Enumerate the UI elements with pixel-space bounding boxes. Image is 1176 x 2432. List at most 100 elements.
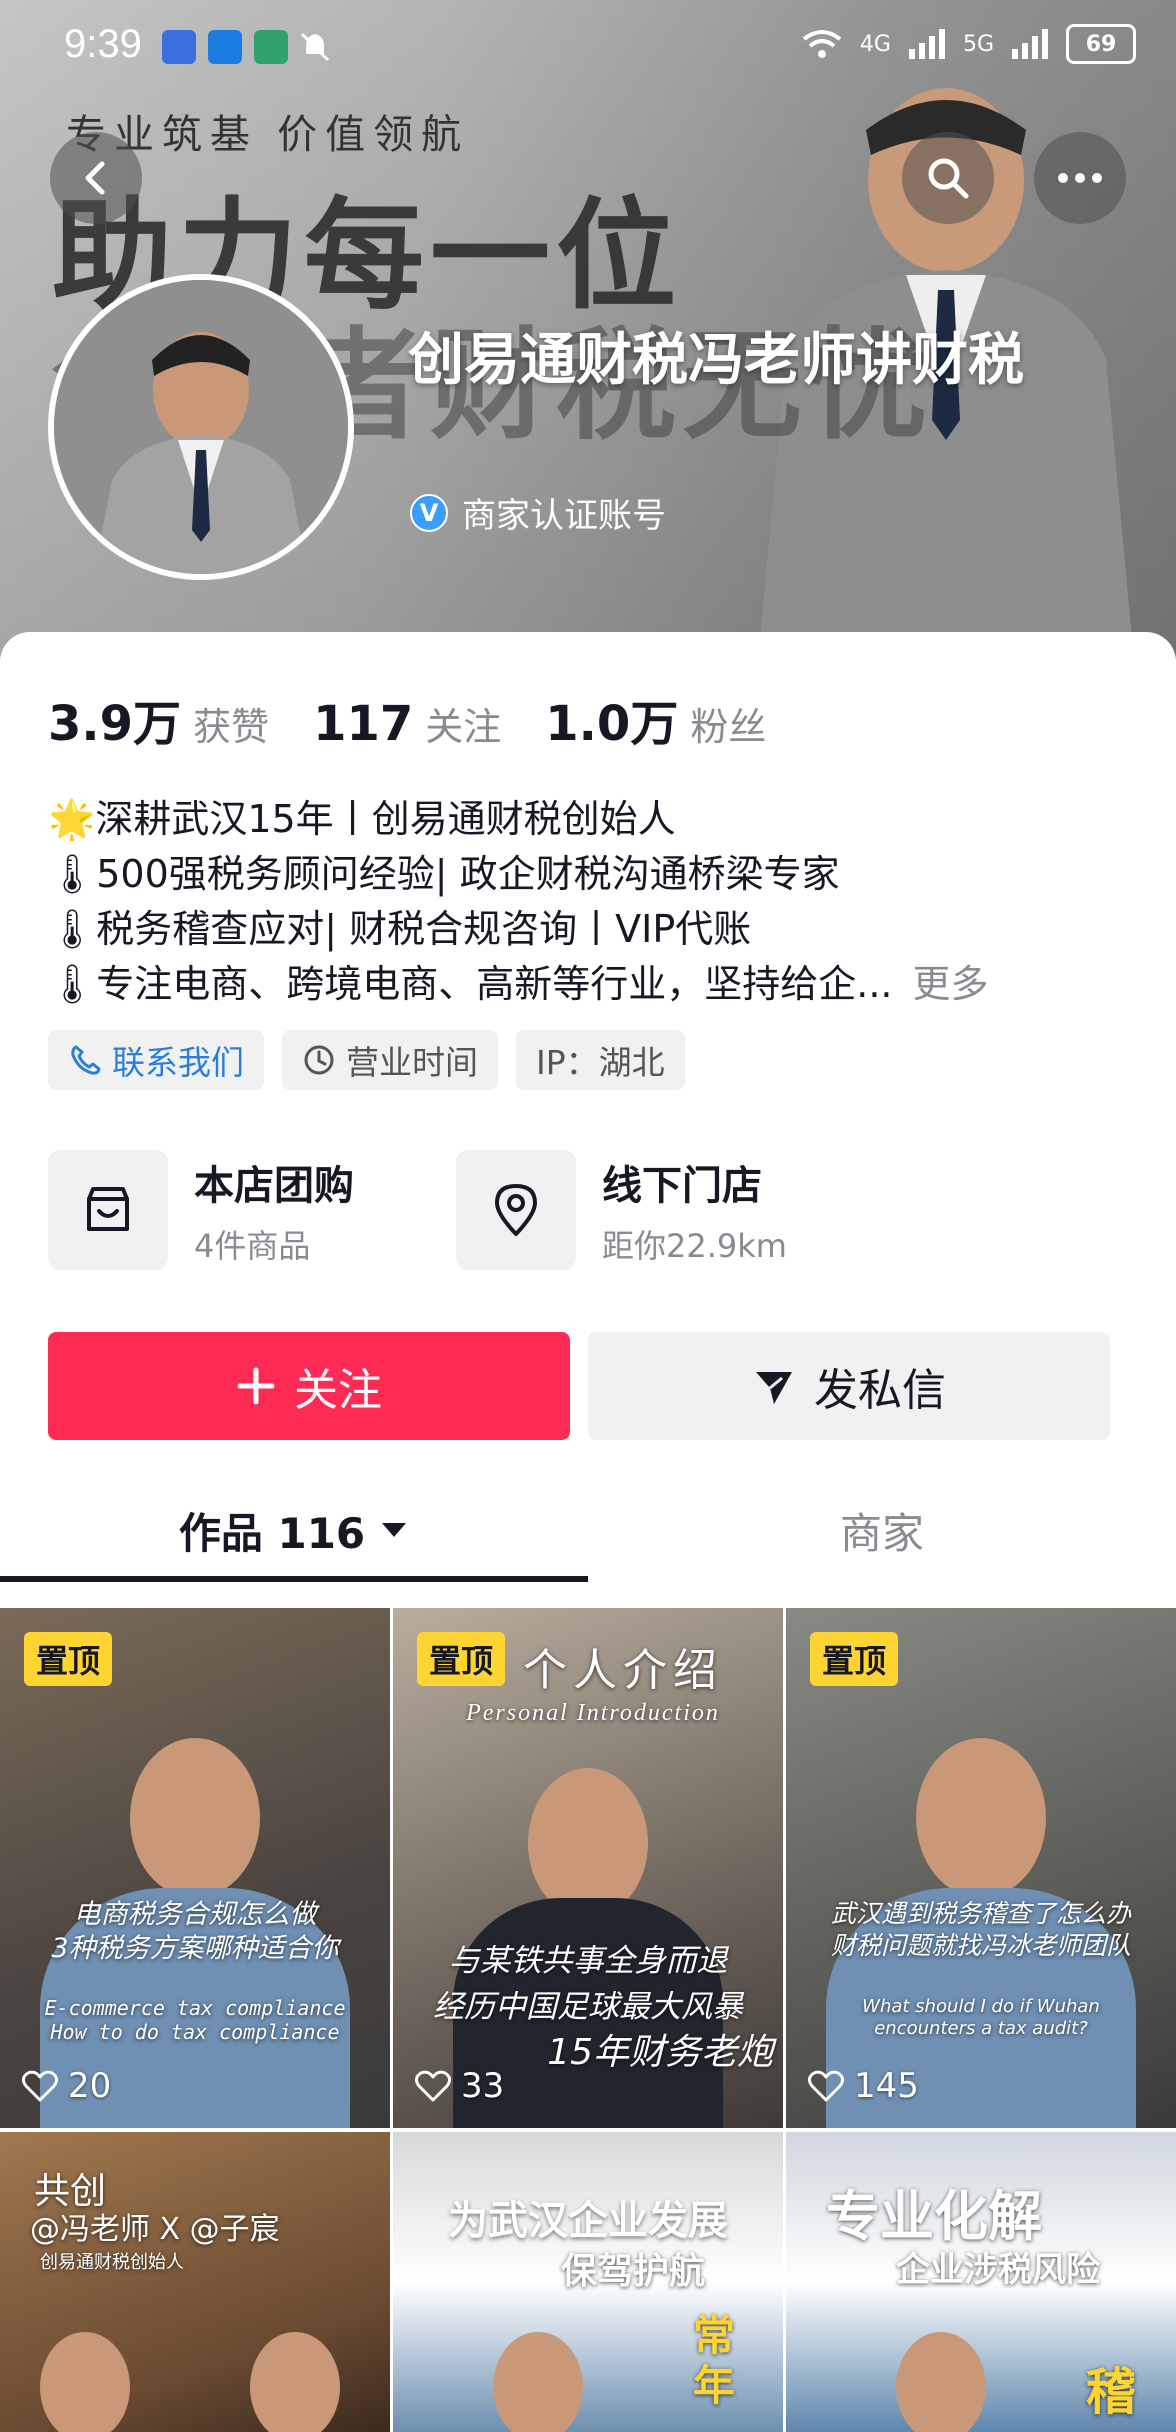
chevron-left-icon xyxy=(85,161,105,195)
caption-line: 与某铁共事全身而退 xyxy=(448,1943,728,1979)
video-title: 个人介绍 xyxy=(523,1645,723,1696)
caption-line: 3种税务方案哪种适合你 xyxy=(51,1933,339,1964)
card-title: 线下门店 xyxy=(602,1163,762,1209)
profile-tags: 联系我们 营业时间 IP：湖北 xyxy=(48,1030,685,1090)
business-hours-tag[interactable]: 营业时间 xyxy=(282,1030,498,1090)
status-right: 4G 5G 69 xyxy=(800,24,1136,64)
clock-icon xyxy=(304,1045,334,1075)
stat-followers[interactable]: 1.0万 粉丝 xyxy=(545,684,766,754)
stat-following[interactable]: 117 关注 xyxy=(313,696,501,752)
thumbnail-person xyxy=(40,2332,130,2432)
heart-icon xyxy=(415,2070,451,2102)
like-count-value: 33 xyxy=(461,2066,505,2106)
heart-icon xyxy=(22,2070,58,2102)
verified-badge-row[interactable]: V 商家认证账号 xyxy=(410,488,666,537)
location-pin-icon xyxy=(456,1150,576,1270)
mute-bell-icon xyxy=(300,32,330,62)
signal-icon xyxy=(1012,29,1048,59)
video-caption: 稽 xyxy=(1086,2363,1136,2421)
video-thumbnail[interactable]: 专业化解 企业涉税风险 稽 xyxy=(786,2132,1176,2432)
bio-line: 🌟深耕武汉15年丨创易通财税创始人 xyxy=(48,797,676,841)
stat-likes[interactable]: 3.9万 获赞 xyxy=(48,684,269,754)
video-caption-en: E-commerce tax compliance How to do tax … xyxy=(10,1996,380,2044)
video-thumbnail[interactable]: 置顶 电商税务合规怎么做 3种税务方案哪种适合你 E-commerce tax … xyxy=(0,1608,390,2128)
video-caption: 为武汉企业发展 xyxy=(448,2198,728,2244)
pinned-badge: 置顶 xyxy=(24,1632,113,1686)
profile-name: 创易通财税冯老师讲财税 xyxy=(408,328,1024,393)
status-app-icon xyxy=(162,30,196,64)
caption-line: How to do tax compliance xyxy=(50,2020,340,2044)
bio-more-link[interactable]: 更多 xyxy=(912,962,988,1006)
more-options-button[interactable] xyxy=(1034,132,1126,224)
message-button[interactable]: 发私信 xyxy=(588,1332,1110,1440)
tab-merchant-label: 商家 xyxy=(839,1508,924,1558)
tab-merchant[interactable]: 商家 xyxy=(588,1482,1176,1578)
shop-cards: 本店团购 4件商品 线下门店 距你22.9km xyxy=(48,1150,864,1270)
phone-icon xyxy=(71,1045,101,1075)
like-count-value: 20 xyxy=(68,2066,112,2106)
video-caption: 年 xyxy=(693,2361,736,2410)
video-thumbnail[interactable]: 为武汉企业发展 保驾护航 常 年 xyxy=(393,2132,783,2432)
search-button[interactable] xyxy=(902,132,994,224)
tab-works[interactable]: 作品 116 xyxy=(0,1482,588,1578)
send-icon xyxy=(756,1372,792,1404)
card-subtitle: 距你22.9km xyxy=(602,1227,787,1265)
stat-value: 117 xyxy=(313,696,414,752)
wifi-icon xyxy=(802,30,842,58)
profile-avatar[interactable] xyxy=(48,274,354,580)
like-count: 20 xyxy=(22,2066,111,2106)
status-time: 9:39 xyxy=(64,22,142,66)
signal-icon xyxy=(908,29,945,59)
video-grid: 置顶 电商税务合规怎么做 3种税务方案哪种适合你 E-commerce tax … xyxy=(0,1608,1176,2432)
like-count-value: 145 xyxy=(854,2066,919,2106)
profile-bio[interactable]: 🌟深耕武汉15年丨创易通财税创始人 🌡500强税务顾问经验| 政企财税沟通桥梁专… xyxy=(48,792,1128,1012)
battery-indicator: 69 xyxy=(1066,24,1136,64)
contact-us-tag[interactable]: 联系我们 xyxy=(48,1030,264,1090)
more-dots-icon xyxy=(1058,173,1102,183)
bio-line: 🌡500强税务顾问经验| 政企财税沟通桥梁专家 xyxy=(48,852,840,896)
network-label: 4G xyxy=(859,31,891,57)
caption-line: What should I do if Wuhan xyxy=(862,1996,1100,2017)
follow-button[interactable]: 关注 xyxy=(48,1332,570,1440)
thumbnail-person xyxy=(250,2332,340,2432)
group-buy-card[interactable]: 本店团购 4件商品 xyxy=(48,1150,456,1270)
caption-line: 电商税务合规怎么做 xyxy=(73,1899,317,1930)
video-thumbnail[interactable]: 共创 @冯老师 X @子宸 创易通财税创始人 xyxy=(0,2132,390,2432)
video-caption: 保驾护航 xyxy=(560,2251,705,2292)
back-button[interactable] xyxy=(50,132,142,224)
thumbnail-person xyxy=(916,1738,1046,1898)
stat-value: 1.0万 xyxy=(545,696,679,752)
verified-label: 商家认证账号 xyxy=(462,496,666,536)
status-app-icon xyxy=(254,30,288,64)
like-count: 145 xyxy=(808,2066,919,2106)
business-hours-label: 营业时间 xyxy=(346,1043,478,1082)
video-thumbnail[interactable]: 置顶 武汉遇到税务稽查了怎么办 财税问题就找冯冰老师团队 What should… xyxy=(786,1608,1176,2128)
shop-basket-icon xyxy=(48,1150,168,1270)
video-caption: 电商税务合规怎么做 3种税务方案哪种适合你 xyxy=(10,1898,380,1966)
search-icon xyxy=(928,158,969,199)
ip-location-tag: IP：湖北 xyxy=(516,1030,685,1090)
video-thumbnail[interactable]: 置顶 个人介绍 Personal Introduction 与某铁共事全身而退 … xyxy=(393,1608,783,2128)
verified-icon: V xyxy=(410,493,448,532)
stat-label: 粉丝 xyxy=(690,705,767,749)
profile-sheet: 3.9万 获赞 117 关注 1.0万 粉丝 🌟深耕武汉15年丨创易通财税创始人 🌡5… xyxy=(0,632,1176,2432)
video-caption: 创易通财税创始人 xyxy=(40,2252,184,2273)
thumbnail-person xyxy=(493,2332,583,2432)
heart-icon xyxy=(808,2070,844,2102)
avatar-photo xyxy=(54,280,348,574)
stat-value: 3.9万 xyxy=(48,696,182,752)
offline-store-card[interactable]: 线下门店 距你22.9km xyxy=(456,1150,864,1270)
follow-label: 关注 xyxy=(294,1365,382,1416)
ip-location-label: IP：湖北 xyxy=(536,1043,665,1082)
video-subtitle: Personal Introduction xyxy=(466,1700,720,1726)
contact-us-label: 联系我们 xyxy=(112,1043,244,1082)
video-caption: @冯老师 X @子宸 xyxy=(30,2212,280,2247)
network-label-2: 5G xyxy=(962,31,994,57)
video-caption: 与某铁共事全身而退 经历中国足球最大风暴 15年财务老炮 xyxy=(403,1938,773,2076)
bio-line-text: 🌡专注电商、跨境电商、高新等行业，坚持给企... xyxy=(48,962,893,1006)
bio-line-last: 🌡专注电商、跨境电商、高新等行业，坚持给企... 更多 xyxy=(48,957,1128,1012)
video-caption-en: What should I do if Wuhan encounters a t… xyxy=(796,1996,1166,2040)
stat-label: 获赞 xyxy=(193,705,270,749)
like-count: 33 xyxy=(415,2066,504,2106)
caret-down-icon xyxy=(382,1523,407,1537)
